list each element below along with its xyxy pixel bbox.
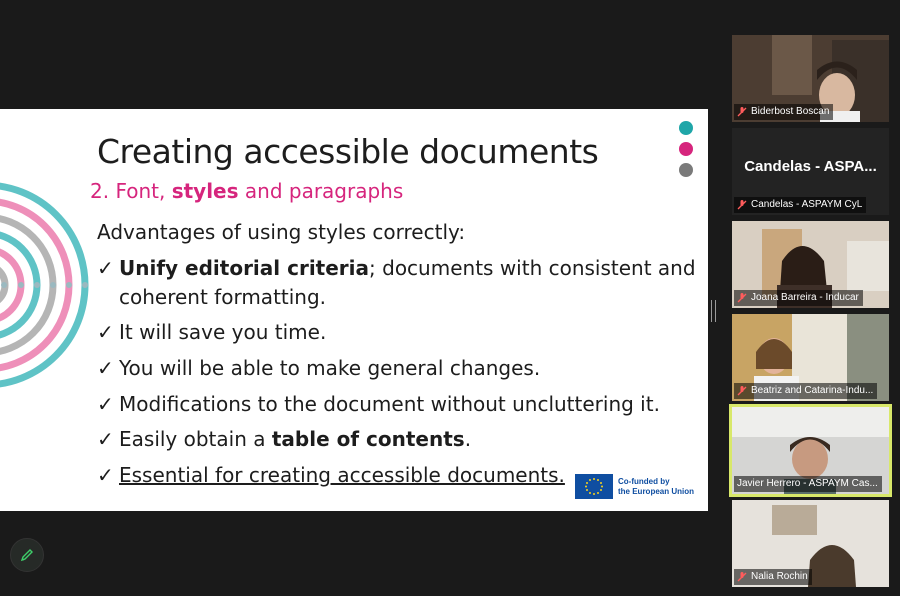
check-icon: ✓ [97, 392, 114, 416]
check-icon: ✓ [97, 356, 114, 380]
check-icon: ✓ [97, 256, 114, 280]
bullet-5: ✓ Easily obtain a table of contents. [97, 425, 471, 454]
participant-name: Beatriz and Catarina-Indu... [734, 383, 878, 399]
pencil-icon [20, 549, 33, 562]
participant-name: Candelas - ASPAYM CyL [734, 197, 867, 213]
check-icon: ✓ [97, 427, 114, 451]
eu-cofunded-text: Co-funded by the European Union [618, 476, 694, 496]
participant-tile-active-speaker[interactable]: Javier Herrero - ASPAYM Cas... [729, 404, 892, 497]
participant-name: Biderbost Boscan [734, 104, 834, 120]
slide-intro: Advantages of using styles correctly: [97, 220, 466, 244]
participant-name: Javier Herrero - ASPAYM Cas... [734, 476, 882, 492]
bullet-3: ✓ You will be able to make general change… [97, 354, 540, 383]
participant-tile[interactable]: Beatriz and Catarina-Indu... [732, 314, 889, 401]
check-icon: ✓ [97, 320, 114, 344]
participant-name: Nalia Rochin [734, 569, 812, 585]
annotate-button[interactable] [10, 538, 44, 572]
slide-title: Creating accessible documents [97, 132, 599, 171]
mic-muted-icon [737, 386, 747, 396]
participant-display-name: Candelas - ASPA... [744, 158, 877, 175]
slide-subtitle: 2. Font, styles and paragraphs [90, 179, 404, 203]
participant-tile[interactable]: Biderbost Boscan [732, 35, 889, 122]
mic-muted-icon [737, 107, 747, 117]
mic-muted-icon [737, 572, 747, 582]
bullet-4: ✓ Modifications to the document without u… [97, 390, 660, 419]
participant-tile[interactable]: Nalia Rochin [732, 500, 889, 587]
check-icon: ✓ [97, 463, 114, 487]
panel-resize-handle[interactable] [711, 300, 716, 322]
bullet-2: ✓ It will save you time. [97, 318, 326, 347]
gray-dot [679, 163, 693, 177]
eu-flag-icon [575, 474, 613, 499]
teal-dot [679, 121, 693, 135]
eu-cofunded-logo: Co-funded by the European Union [575, 474, 694, 499]
mic-muted-icon [737, 293, 747, 303]
participant-tile[interactable]: Candelas - ASPA... Candelas - ASPAYM CyL [732, 128, 889, 215]
bullet-6: ✓ Essential for creating accessible docum… [97, 461, 565, 490]
bullet-1: ✓ Unify editorial criteria; documents wit… [97, 256, 696, 309]
participant-name: Joana Barreira - Inducar [734, 290, 863, 306]
pink-dot [679, 142, 693, 156]
participant-tile[interactable]: Joana Barreira - Inducar [732, 221, 889, 308]
mic-muted-icon [737, 200, 747, 210]
